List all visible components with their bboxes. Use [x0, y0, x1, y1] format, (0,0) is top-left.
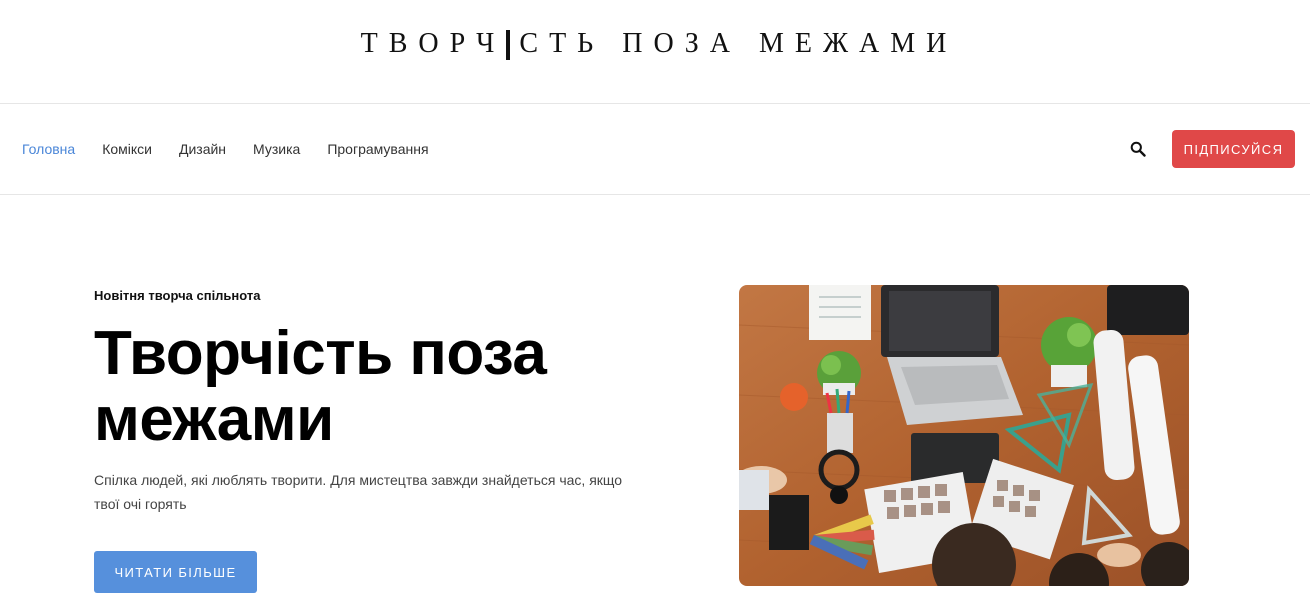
- logo-text-part1: ТВОРЧ: [360, 27, 506, 59]
- nav-item-home[interactable]: Головна: [22, 141, 75, 157]
- read-more-button[interactable]: ЧИТАТИ БІЛЬШЕ: [94, 551, 257, 593]
- nav-item-comics[interactable]: Комікси: [102, 141, 152, 157]
- nav-item-music[interactable]: Музика: [253, 141, 300, 157]
- hero-title: Творчість поза межами: [94, 319, 547, 454]
- nav-item-programming[interactable]: Програмування: [327, 141, 428, 157]
- site-logo[interactable]: ТВОРЧ СТЬ ПОЗА МЕЖАМИ: [361, 28, 958, 60]
- subscribe-button[interactable]: ПІДПИСУЙСЯ: [1172, 130, 1295, 168]
- site-header: ТВОРЧ СТЬ ПОЗА МЕЖАМИ: [0, 0, 1310, 104]
- hero-section: Новітня творча спільнота Творчість поза …: [0, 196, 1310, 607]
- nav-item-design[interactable]: Дизайн: [179, 141, 226, 157]
- hero-image: [739, 285, 1189, 586]
- logo-text-part2: СТЬ ПОЗА МЕЖАМИ: [519, 27, 958, 59]
- nav-actions: ПІДПИСУЙСЯ: [1129, 130, 1295, 168]
- nav-menu: Головна Комікси Дизайн Музика Програмува…: [22, 141, 456, 157]
- logo-cursor-bar: [506, 29, 511, 60]
- hero-eyebrow: Новітня творча спільнота: [94, 288, 261, 303]
- search-icon[interactable]: [1129, 140, 1147, 158]
- hero-description: Спілка людей, які люблять творити. Для м…: [94, 472, 623, 512]
- main-navigation: Головна Комікси Дизайн Музика Програмува…: [0, 104, 1310, 195]
